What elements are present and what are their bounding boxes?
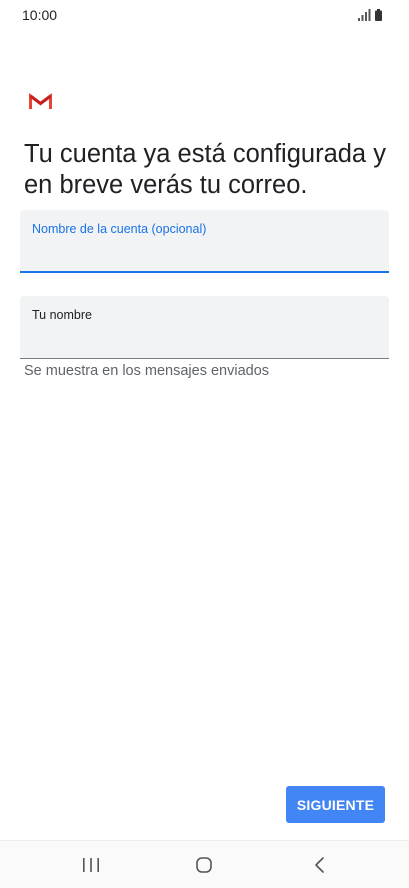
- status-icons: [358, 9, 388, 21]
- home-icon[interactable]: [194, 855, 214, 875]
- next-button[interactable]: SIGUIENTE: [286, 786, 385, 823]
- account-name-input[interactable]: [32, 244, 372, 266]
- status-bar: 10:00: [0, 0, 409, 30]
- signal-icon: [358, 9, 371, 21]
- account-name-label: Nombre de la cuenta (opcional): [32, 222, 207, 236]
- account-name-field[interactable]: Nombre de la cuenta (opcional): [20, 210, 389, 273]
- battery-icon: [375, 9, 382, 21]
- recents-icon[interactable]: [80, 855, 102, 875]
- account-setup-screen: 10:00 Tu cuenta ya está configurada y en…: [0, 0, 409, 888]
- your-name-helper-text: Se muestra en los mensajes enviados: [24, 363, 270, 379]
- your-name-input[interactable]: [32, 330, 372, 352]
- navigation-bar: [0, 840, 409, 888]
- your-name-label: Tu nombre: [32, 308, 92, 322]
- page-title: Tu cuenta ya está configurada y en breve…: [24, 140, 386, 199]
- gmail-logo: [29, 93, 52, 109]
- status-time: 10:00: [22, 7, 58, 23]
- your-name-field[interactable]: Tu nombre: [20, 296, 389, 359]
- back-icon[interactable]: [310, 855, 330, 875]
